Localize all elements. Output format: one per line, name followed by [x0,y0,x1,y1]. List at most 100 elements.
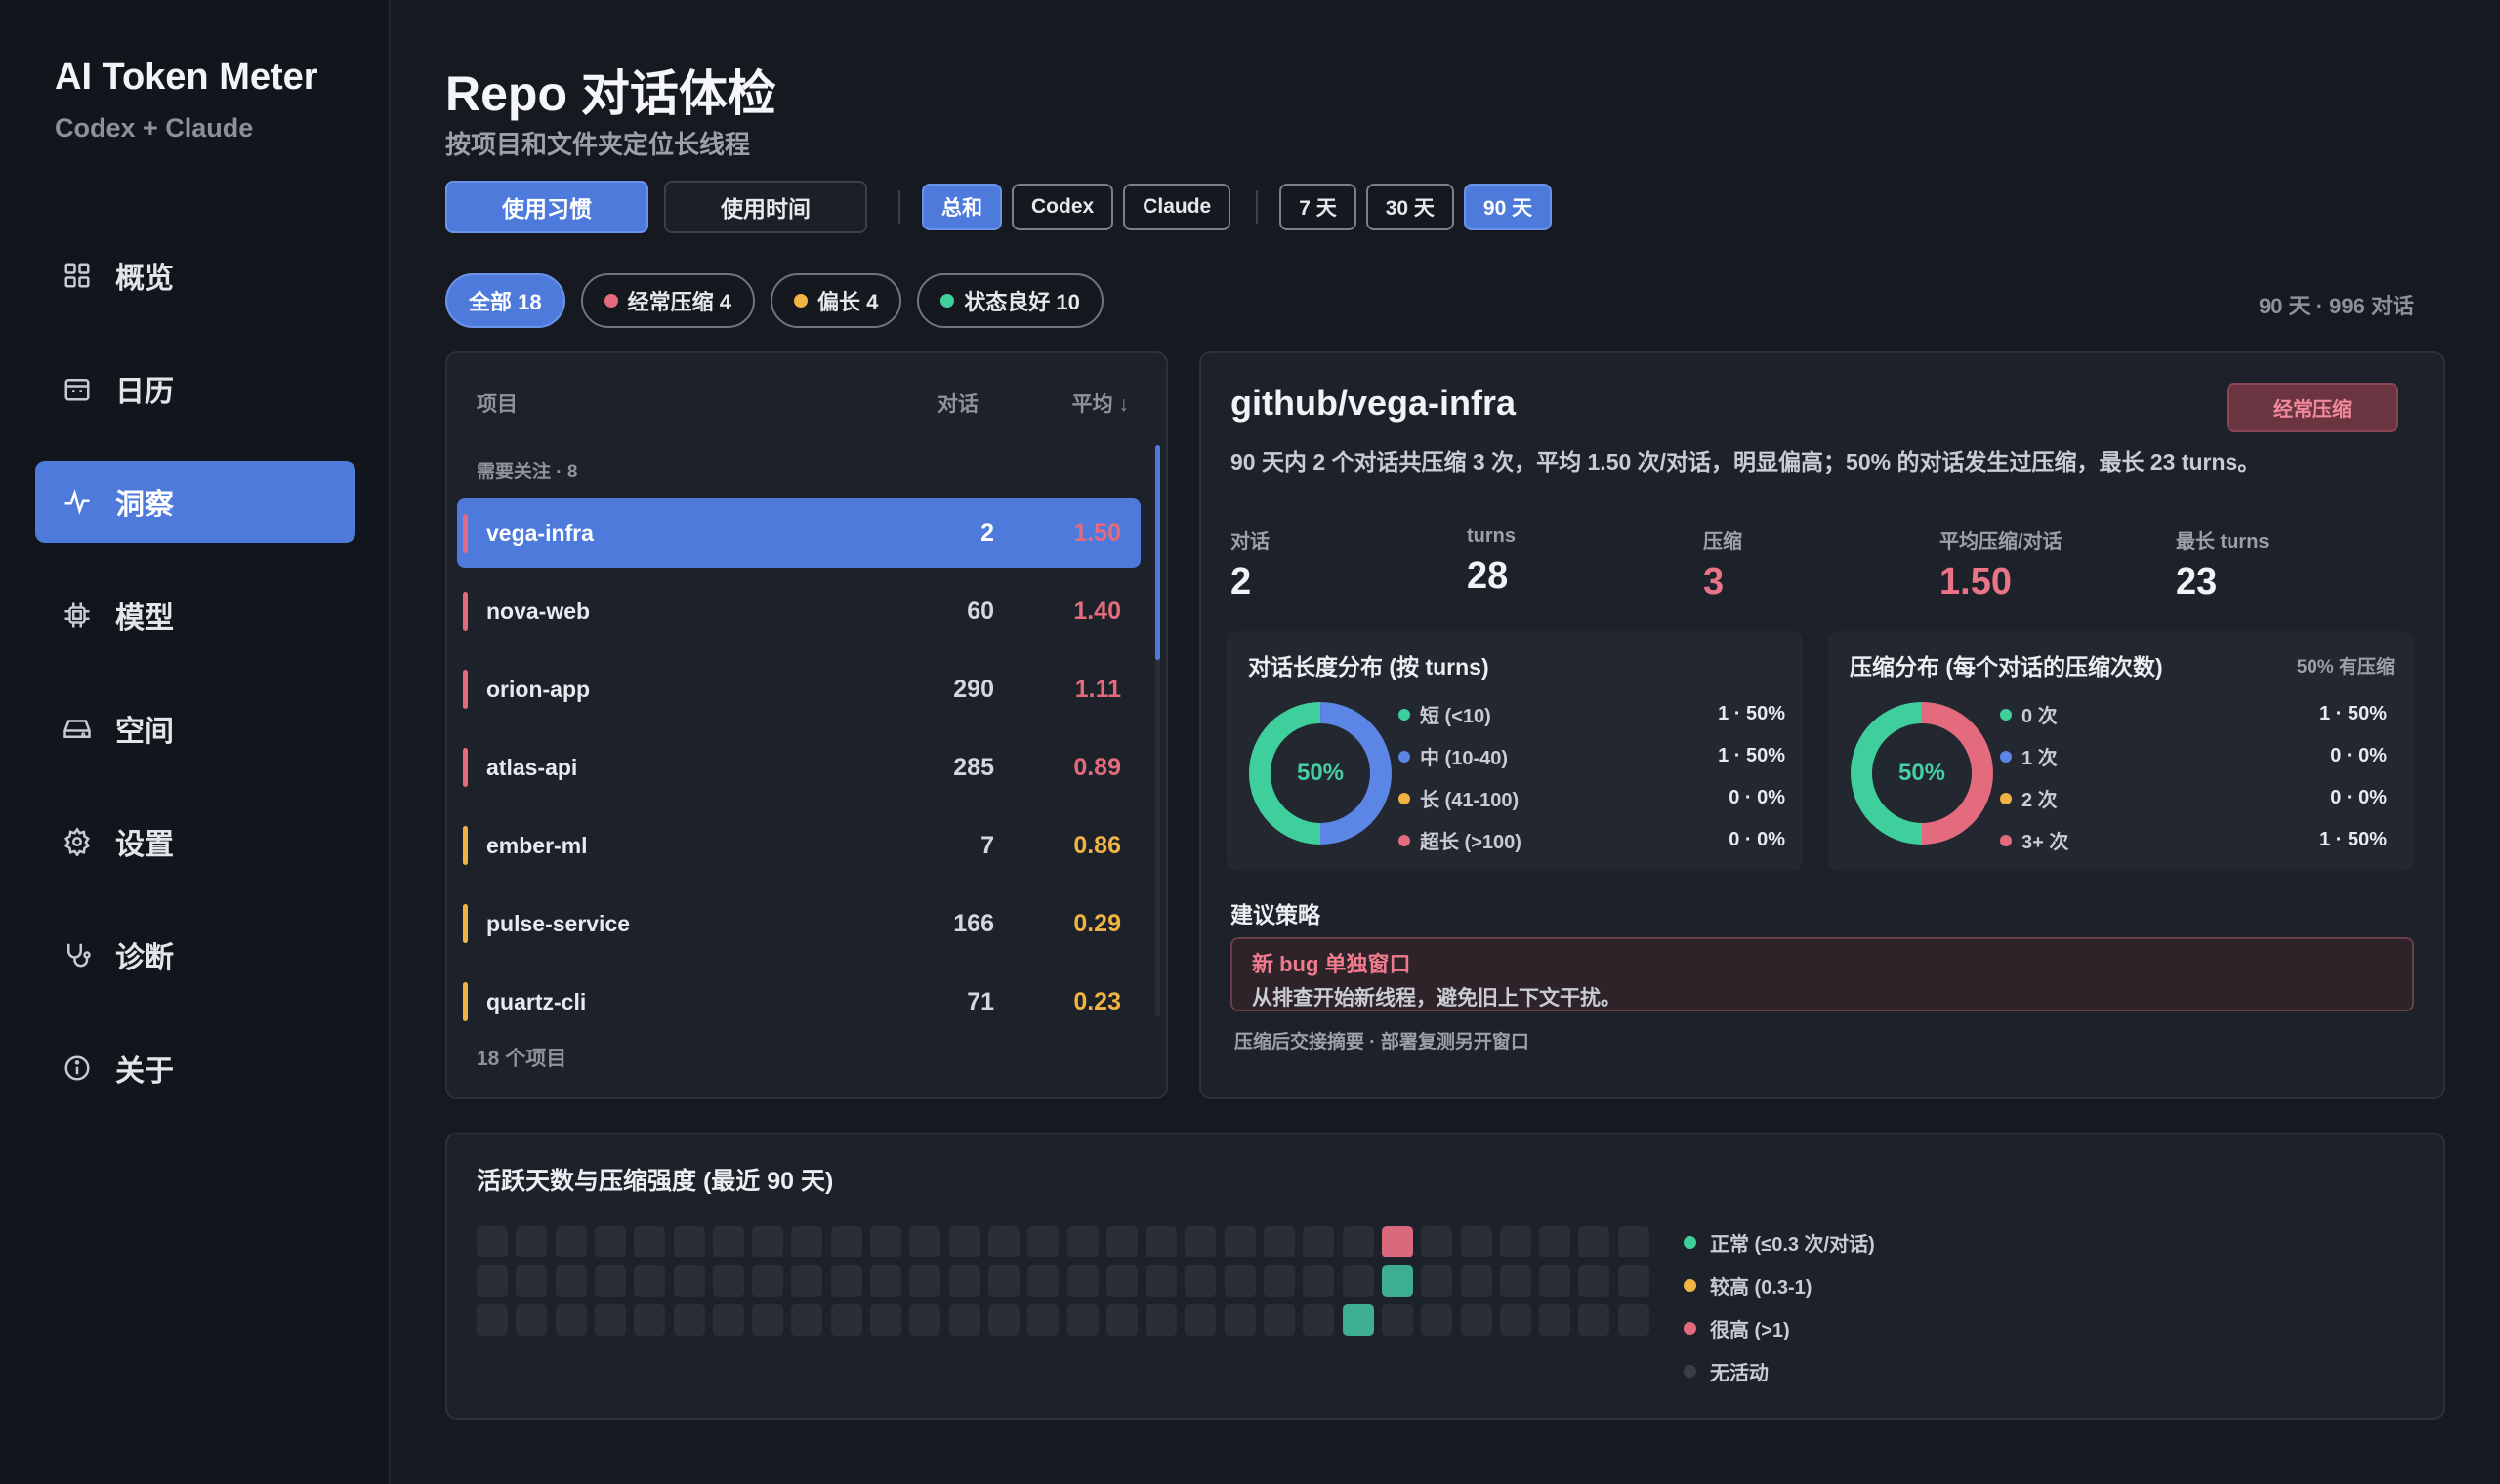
heatmap-cell[interactable] [1224,1304,1256,1336]
heatmap-cell[interactable] [1460,1226,1492,1257]
heatmap-cell[interactable] [870,1304,901,1336]
heatmap-cell[interactable] [1146,1265,1178,1297]
sidebar-item-diagnostics[interactable]: 诊断 [35,914,355,996]
sidebar-item-settings[interactable]: 设置 [35,801,355,883]
range-30d-button[interactable]: 30 天 [1365,184,1454,230]
heatmap-cell[interactable] [1342,1304,1374,1336]
heatmap-cell[interactable] [712,1265,744,1297]
heatmap-cell[interactable] [752,1226,784,1257]
sidebar-item-about[interactable]: 关于 [35,1027,355,1109]
heatmap-cell[interactable] [634,1304,666,1336]
heatmap-cell[interactable] [1185,1226,1217,1257]
heatmap-cell[interactable] [712,1304,744,1336]
heatmap-cell[interactable] [1381,1265,1413,1297]
heatmap-cell[interactable] [477,1304,508,1336]
heatmap-cell[interactable] [1539,1265,1571,1297]
strategy-card[interactable]: 新 bug 单独窗口 从排查开始新线程，避免旧上下文干扰。 [1230,937,2414,1011]
heatmap-cell[interactable] [1342,1265,1374,1297]
heatmap-cell[interactable] [987,1226,1020,1257]
heatmap-cell[interactable] [516,1265,548,1297]
heatmap-cell[interactable] [594,1265,626,1297]
column-count[interactable]: 对话 [938,389,979,418]
heatmap-cell[interactable] [830,1304,862,1336]
heatmap-cell[interactable] [987,1265,1020,1297]
heatmap-cell[interactable] [673,1304,705,1336]
filter-all-chip[interactable]: 全部 18 [445,273,565,328]
column-project[interactable]: 项目 [477,389,518,418]
heatmap-cell[interactable] [516,1226,548,1257]
heatmap-cell[interactable] [909,1226,941,1257]
sidebar-item-models[interactable]: 模型 [35,574,355,656]
heatmap-cell[interactable] [1421,1304,1453,1336]
heatmap-cell[interactable] [830,1226,862,1257]
column-avg-sort[interactable]: 平均 ↓ [1072,389,1129,418]
heatmap-cell[interactable] [1105,1226,1138,1257]
heatmap-cell[interactable] [1105,1304,1138,1336]
heatmap-cell[interactable] [870,1265,901,1297]
heatmap-cell[interactable] [1066,1226,1099,1257]
heatmap-cell[interactable] [791,1304,823,1336]
heatmap-cell[interactable] [948,1304,980,1336]
source-total-button[interactable]: 总和 [922,184,1002,230]
heatmap-cell[interactable] [909,1304,941,1336]
heatmap-cell[interactable] [1460,1304,1492,1336]
heatmap-cell[interactable] [830,1265,862,1297]
heatmap-cell[interactable] [1105,1265,1138,1297]
heatmap-cell[interactable] [909,1265,941,1297]
heatmap-cell[interactable] [1264,1265,1295,1297]
heatmap-cell[interactable] [1027,1304,1060,1336]
heatmap-cell[interactable] [634,1226,666,1257]
source-codex-button[interactable]: Codex [1012,184,1114,230]
heatmap-cell[interactable] [948,1265,980,1297]
heatmap-cell[interactable] [1264,1226,1295,1257]
table-row[interactable]: atlas-api 285 0.89 [457,732,1141,803]
heatmap-cell[interactable] [555,1304,587,1336]
heatmap-cell[interactable] [1499,1304,1531,1336]
table-row[interactable]: pulse-service 166 0.29 [457,888,1141,959]
heatmap-cell[interactable] [1617,1265,1649,1297]
sidebar-item-space[interactable]: 空间 [35,687,355,769]
sidebar-item-calendar[interactable]: 日历 [35,348,355,430]
heatmap-cell[interactable] [673,1226,705,1257]
heatmap-cell[interactable] [1539,1304,1571,1336]
range-7d-button[interactable]: 7 天 [1279,184,1356,230]
heatmap-cell[interactable] [1066,1265,1099,1297]
table-row[interactable]: ember-ml 7 0.86 [457,810,1141,881]
heatmap-cell[interactable] [594,1304,626,1336]
heatmap-cell[interactable] [987,1304,1020,1336]
range-90d-button[interactable]: 90 天 [1463,184,1553,230]
heatmap-cell[interactable] [555,1226,587,1257]
table-row[interactable]: orion-app 290 1.11 [457,654,1141,724]
scrollbar-thumb[interactable] [1155,445,1160,660]
heatmap-cell[interactable] [1342,1226,1374,1257]
heatmap-cell[interactable] [516,1304,548,1336]
heatmap-cell[interactable] [1421,1265,1453,1297]
heatmap-cell[interactable] [1303,1226,1335,1257]
heatmap-cell[interactable] [1539,1226,1571,1257]
heatmap-cell[interactable] [1499,1265,1531,1297]
heatmap-cell[interactable] [1617,1226,1649,1257]
heatmap-cell[interactable] [1578,1304,1610,1336]
filter-long-chip[interactable]: 偏长 4 [770,273,902,328]
heatmap-cell[interactable] [477,1226,508,1257]
heatmap-cell[interactable] [870,1226,901,1257]
table-row[interactable]: nova-web 60 1.40 [457,576,1141,646]
heatmap-cell[interactable] [1499,1226,1531,1257]
filter-frequent-compress-chip[interactable]: 经常压缩 4 [580,273,755,328]
table-row[interactable]: quartz-cli 71 0.23 [457,967,1141,1037]
heatmap-cell[interactable] [791,1265,823,1297]
heatmap-cell[interactable] [1146,1304,1178,1336]
heatmap-cell[interactable] [712,1226,744,1257]
heatmap-cell[interactable] [1617,1304,1649,1336]
table-row[interactable]: vega-infra 2 1.50 [457,498,1141,568]
heatmap-cell[interactable] [1224,1226,1256,1257]
heatmap-cell[interactable] [1381,1226,1413,1257]
heatmap-cell[interactable] [1578,1226,1610,1257]
heatmap-cell[interactable] [1066,1304,1099,1336]
source-claude-button[interactable]: Claude [1123,184,1231,230]
heatmap-cell[interactable] [1027,1226,1060,1257]
heatmap-cell[interactable] [752,1304,784,1336]
heatmap-cell[interactable] [1224,1265,1256,1297]
heatmap-cell[interactable] [1460,1265,1492,1297]
heatmap-cell[interactable] [1027,1265,1060,1297]
